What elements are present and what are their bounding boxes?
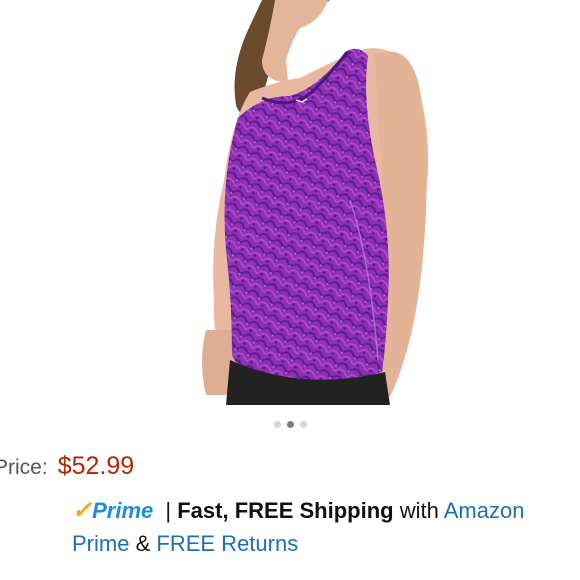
separator: | [165, 498, 172, 523]
ampersand: & [135, 531, 151, 556]
price-row: Price: $52.99 [0, 452, 134, 486]
carousel-dot[interactable] [299, 420, 307, 428]
product-image[interactable] [0, 0, 580, 405]
fast-free-shipping: Fast, FREE Shipping [177, 498, 394, 523]
carousel-dot-active[interactable] [286, 420, 294, 428]
shipping-info: ✓ Prime | Fast, FREE Shipping with Amazo… [72, 494, 577, 560]
image-carousel-indicator[interactable] [0, 419, 580, 429]
prime-logo-text: Prime [92, 498, 154, 523]
prime-logo: ✓ Prime [72, 494, 153, 527]
carousel-dot[interactable] [273, 420, 281, 428]
price-label: Price: [0, 456, 48, 479]
price-value: $52.99 [57, 452, 135, 480]
free-returns-link[interactable]: FREE Returns [156, 531, 298, 556]
product-photo [202, 0, 429, 405]
with-text: with [399, 498, 439, 523]
prime-check-icon: ✓ [72, 497, 93, 524]
